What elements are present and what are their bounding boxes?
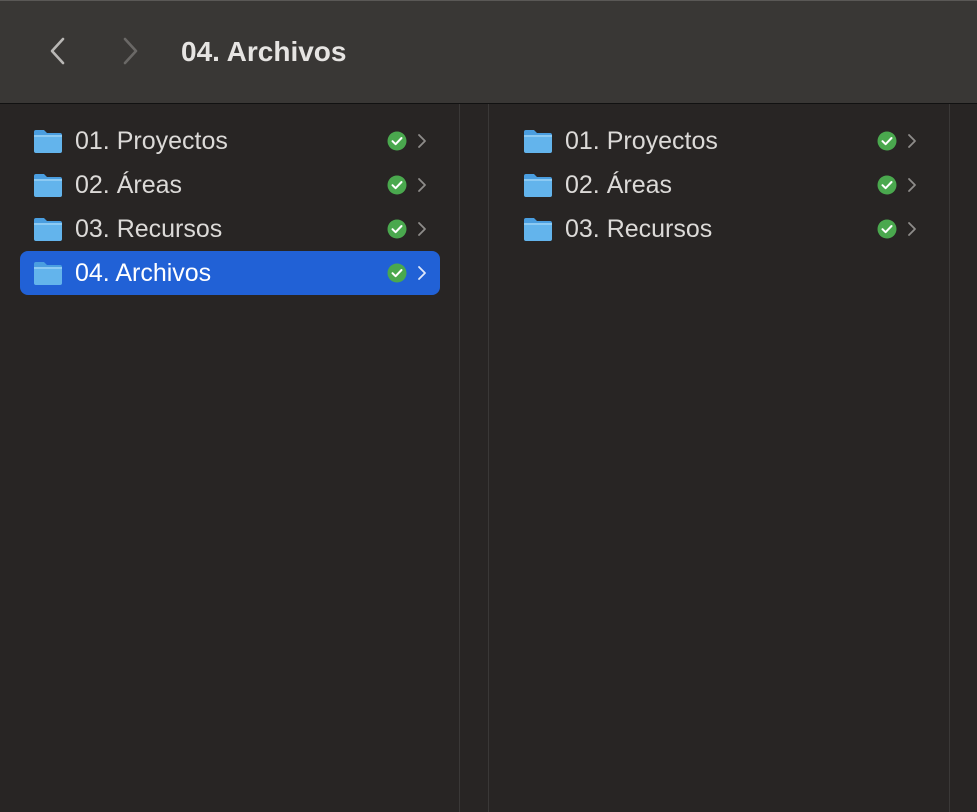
item-label: 03. Recursos xyxy=(565,215,713,243)
synced-check-icon xyxy=(877,219,897,239)
folder-icon xyxy=(33,216,63,242)
folder-icon xyxy=(33,260,63,286)
chevron-right-icon xyxy=(906,220,918,238)
synced-check-icon xyxy=(387,175,407,195)
item-label: 02. Áreas xyxy=(565,171,673,199)
folder-icon xyxy=(33,128,63,154)
chevron-right-icon xyxy=(906,176,918,194)
synced-check-icon xyxy=(387,131,407,151)
synced-check-icon xyxy=(877,131,897,151)
browser-column-3[interactable] xyxy=(951,104,977,812)
window-title: 04. Archivos xyxy=(181,36,347,67)
chevron-right-icon xyxy=(123,37,138,65)
list-item-recursos[interactable]: 03. Recursos xyxy=(510,207,930,251)
chevron-right-icon xyxy=(416,132,428,150)
list-item-areas[interactable]: 02. Áreas xyxy=(510,163,930,207)
item-label: 01. Proyectos xyxy=(75,127,228,155)
item-label: 01. Proyectos xyxy=(565,127,718,155)
folder-icon xyxy=(33,172,63,198)
item-label: 03. Recursos xyxy=(75,215,223,243)
item-label: 04. Archivos xyxy=(75,259,212,287)
folder-icon xyxy=(523,128,553,154)
folder-list: 01. Proyectos 02. Áreas 03. Recursos 04.… xyxy=(20,119,440,295)
chevron-right-icon xyxy=(416,176,428,194)
finder-window: 04. Archivos 01. Proyectos 02. Áreas 03.… xyxy=(0,0,977,812)
list-item-recursos[interactable]: 03. Recursos xyxy=(20,207,440,251)
forward-button[interactable] xyxy=(110,31,150,71)
folder-list: 01. Proyectos 02. Áreas 03. Recursos xyxy=(510,119,930,251)
back-button[interactable] xyxy=(38,31,78,71)
list-item-proyectos[interactable]: 01. Proyectos xyxy=(510,119,930,163)
column-gap xyxy=(461,104,489,812)
list-item-areas[interactable]: 02. Áreas xyxy=(20,163,440,207)
item-label: 02. Áreas xyxy=(75,171,183,199)
browser-column-1[interactable]: 01. Proyectos 02. Áreas 03. Recursos 04.… xyxy=(0,104,460,812)
synced-check-icon xyxy=(877,175,897,195)
list-item-proyectos[interactable]: 01. Proyectos xyxy=(20,119,440,163)
browser-column-2[interactable]: 01. Proyectos 02. Áreas 03. Recursos xyxy=(490,104,950,812)
chevron-right-icon xyxy=(906,132,918,150)
chevron-left-icon xyxy=(50,37,65,65)
chevron-right-icon xyxy=(416,220,428,238)
synced-check-icon xyxy=(387,219,407,239)
list-item-archivos-selected[interactable]: 04. Archivos xyxy=(20,251,440,295)
synced-check-icon xyxy=(387,263,407,283)
toolbar: 04. Archivos xyxy=(0,0,977,104)
folder-icon xyxy=(523,172,553,198)
folder-icon xyxy=(523,216,553,242)
chevron-right-icon xyxy=(418,266,426,280)
